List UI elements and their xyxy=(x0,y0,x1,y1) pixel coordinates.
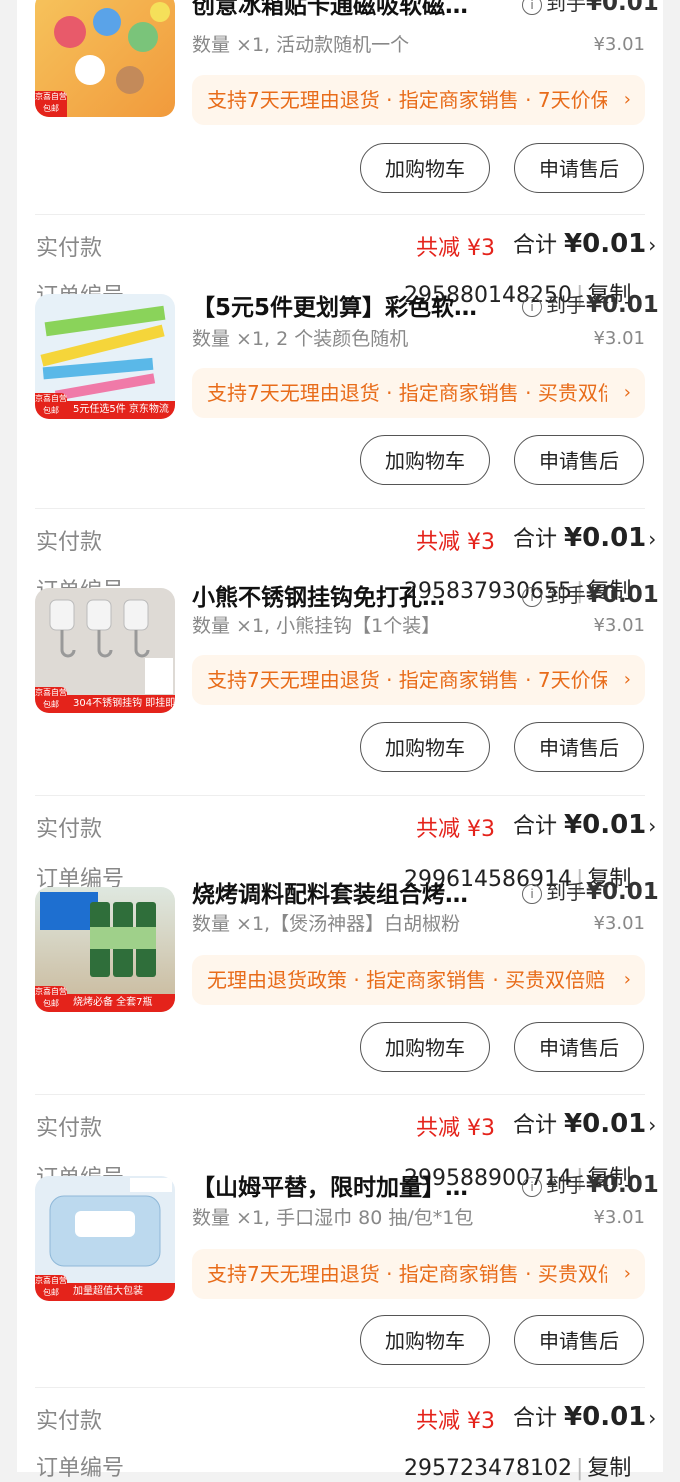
order-total[interactable]: 合计 ¥0.01 › xyxy=(513,1400,656,1432)
product-spec: 数量 ×1, 小熊挂钩【1个装】 xyxy=(192,615,441,637)
service-promo-bar[interactable]: 支持7天无理由退货 · 指定商家销售 · 7天价保 › xyxy=(192,75,645,125)
after-sales-button[interactable]: 申请售后 xyxy=(514,1022,644,1072)
original-price: ¥3.01 xyxy=(593,615,645,636)
chevron-right-icon: › xyxy=(648,233,657,257)
after-sales-button[interactable]: 申请售后 xyxy=(514,1315,644,1365)
add-to-cart-button[interactable]: 加购物车 xyxy=(360,1022,490,1072)
shop-badge: 京喜自营 包邮 xyxy=(35,687,67,713)
divider xyxy=(35,214,645,215)
paid-label: 实付款 xyxy=(36,1409,103,1434)
promo-strip: 5元任选5件 京东物流 xyxy=(67,401,175,419)
discount-amount: 共减 ¥3 xyxy=(416,530,496,555)
arrival-price: i 到手¥0.01 xyxy=(522,876,659,905)
arrival-price: i 到手¥0.01 xyxy=(522,289,659,318)
order-number: 295723478102 | 复制 xyxy=(404,1456,632,1481)
chevron-right-icon: › xyxy=(623,669,631,690)
divider xyxy=(35,1387,645,1388)
info-icon[interactable]: i xyxy=(522,0,542,15)
product-title[interactable]: 烧烤调料配料套装组合烤… xyxy=(192,875,502,909)
after-sales-button[interactable]: 申请售后 xyxy=(514,722,644,772)
product-title[interactable]: 创意冰箱贴卡通磁吸软磁… xyxy=(192,0,502,20)
original-price: ¥3.01 xyxy=(593,328,645,349)
promo-strip: 烧烤必备 全套7瓶 xyxy=(67,994,175,1012)
paid-label: 实付款 xyxy=(36,1116,103,1141)
chevron-right-icon: › xyxy=(648,1406,657,1430)
service-promo-bar[interactable]: 支持7天无理由退货 · 指定商家销售 · 买贵双倍赔 › xyxy=(192,368,645,418)
add-to-cart-button[interactable]: 加购物车 xyxy=(360,1315,490,1365)
add-to-cart-button[interactable]: 加购物车 xyxy=(360,143,490,193)
discount-amount: 共减 ¥3 xyxy=(416,1409,496,1434)
arrival-price: i 到手¥0.01 xyxy=(522,0,659,16)
product-thumbnail[interactable]: 京喜自营 包邮 5元任选5件 京东物流 xyxy=(35,294,175,419)
order-total[interactable]: 合计 ¥0.01 › xyxy=(513,227,656,259)
product-spec: 数量 ×1, 手口湿巾 80 抽/包*1包 xyxy=(192,1207,474,1229)
promo-strip: 304不锈钢挂钩 即挂即取 xyxy=(67,695,175,713)
service-promo-bar[interactable]: 无理由退货政策 · 指定商家销售 · 买贵双倍赔 › xyxy=(192,955,645,1005)
shop-badge: 京喜自营 包邮 xyxy=(35,393,67,419)
shop-badge: 京喜自营 包邮 xyxy=(35,91,67,117)
service-promo-bar[interactable]: 支持7天无理由退货 · 指定商家销售 · 7天价保 › xyxy=(192,655,645,705)
chevron-right-icon: › xyxy=(648,1113,657,1137)
service-promo-bar[interactable]: 支持7天无理由退货 · 指定商家销售 · 买贵双倍赔 › xyxy=(192,1249,645,1299)
chevron-right-icon: › xyxy=(623,969,631,990)
chevron-right-icon: › xyxy=(623,89,631,110)
discount-amount: 共减 ¥3 xyxy=(416,236,496,261)
add-to-cart-button[interactable]: 加购物车 xyxy=(360,722,490,772)
product-thumbnail[interactable]: 京喜自营 包邮 xyxy=(35,0,175,117)
info-icon[interactable]: i xyxy=(522,883,542,904)
discount-amount: 共减 ¥3 xyxy=(416,817,496,842)
arrival-price: i 到手¥0.01 xyxy=(522,1169,659,1198)
order-total[interactable]: 合计 ¥0.01 › xyxy=(513,521,656,553)
divider xyxy=(35,795,645,796)
product-title[interactable]: 【山姆平替，限时加量】… xyxy=(192,1168,502,1202)
chevron-right-icon: › xyxy=(623,1263,631,1284)
product-thumbnail[interactable]: 京喜自营 包邮 加量超值大包装 xyxy=(35,1176,175,1301)
product-spec: 数量 ×1,【煲汤神器】白胡椒粉 xyxy=(192,913,461,935)
divider xyxy=(35,508,645,509)
info-icon[interactable]: i xyxy=(522,586,542,607)
add-to-cart-button[interactable]: 加购物车 xyxy=(360,435,490,485)
original-price: ¥3.01 xyxy=(593,913,645,934)
paid-label: 实付款 xyxy=(36,817,103,842)
paid-label: 实付款 xyxy=(36,530,103,555)
info-icon[interactable]: i xyxy=(522,1176,542,1197)
chevron-right-icon: › xyxy=(648,814,657,838)
order-total[interactable]: 合计 ¥0.01 › xyxy=(513,1107,656,1139)
shop-badge: 京喜自营 包邮 xyxy=(35,1275,67,1301)
product-title[interactable]: 【5元5件更划算】彩色软… xyxy=(192,288,502,322)
info-icon[interactable]: i xyxy=(522,296,542,317)
after-sales-button[interactable]: 申请售后 xyxy=(514,143,644,193)
after-sales-button[interactable]: 申请售后 xyxy=(514,435,644,485)
product-thumbnail[interactable]: 京喜自营 包邮 烧烤必备 全套7瓶 xyxy=(35,887,175,1012)
product-title[interactable]: 小熊不锈钢挂钩免打孔… xyxy=(192,578,502,612)
original-price: ¥3.01 xyxy=(593,34,645,55)
product-thumbnail[interactable]: 京喜自营 包邮 304不锈钢挂钩 即挂即取 xyxy=(35,588,175,713)
arrival-price: i 到手¥0.01 xyxy=(522,579,659,608)
chevron-right-icon: › xyxy=(648,527,657,551)
divider xyxy=(35,1094,645,1095)
order-number-label: 订单编号 xyxy=(36,1456,125,1481)
promo-strip: 加量超值大包装 xyxy=(67,1283,175,1301)
shop-badge: 京喜自营 包邮 xyxy=(35,986,67,1012)
paid-label: 实付款 xyxy=(36,236,103,261)
product-spec: 数量 ×1, 2 个装颜色随机 xyxy=(192,328,409,350)
order-total[interactable]: 合计 ¥0.01 › xyxy=(513,808,656,840)
discount-amount: 共减 ¥3 xyxy=(416,1116,496,1141)
product-spec: 数量 ×1, 活动款随机一个 xyxy=(192,34,410,56)
chevron-right-icon: › xyxy=(623,382,631,403)
copy-button[interactable]: 复制 xyxy=(587,1456,631,1481)
original-price: ¥3.01 xyxy=(593,1207,645,1228)
